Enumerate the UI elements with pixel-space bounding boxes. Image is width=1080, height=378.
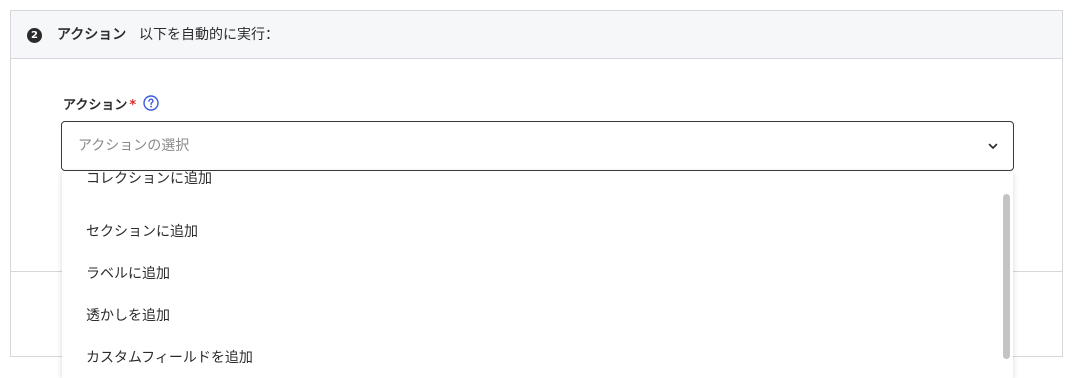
action-select-placeholder: アクションの選択	[78, 138, 190, 154]
dropdown-item-add-watermark[interactable]: 透かしを追加	[62, 306, 997, 348]
chevron-down-icon	[988, 143, 998, 149]
dropdown-item-add-to-section[interactable]: セクションに追加	[62, 222, 997, 264]
question-circle-icon[interactable]	[143, 95, 159, 111]
step-description: 以下を自動的に実行：	[139, 27, 279, 43]
panel-header: 2 アクション 以下を自動的に実行：	[11, 11, 1062, 59]
action-dropdown-list: コレクションに追加 セクションに追加 ラベルに追加 透かしを追加 カスタムフィー…	[62, 171, 1013, 378]
action-select[interactable]: アクションの選択	[61, 121, 1014, 171]
dropdown-item-add-custom-field[interactable]: カスタムフィールドを追加	[62, 348, 997, 378]
dropdown-scrollbar[interactable]	[1003, 171, 1010, 378]
dropdown-item-add-to-collection[interactable]: コレクションに追加	[62, 171, 997, 211]
action-field-label-text: アクション	[63, 98, 128, 113]
dropdown-item-add-to-label[interactable]: ラベルに追加	[62, 264, 997, 306]
action-field-label: アクション *	[63, 97, 136, 115]
step-title: アクション	[57, 27, 127, 43]
required-mark: *	[129, 98, 137, 113]
step-number-badge: 2	[27, 28, 42, 43]
dropdown-scrollbar-thumb[interactable]	[1003, 194, 1010, 359]
